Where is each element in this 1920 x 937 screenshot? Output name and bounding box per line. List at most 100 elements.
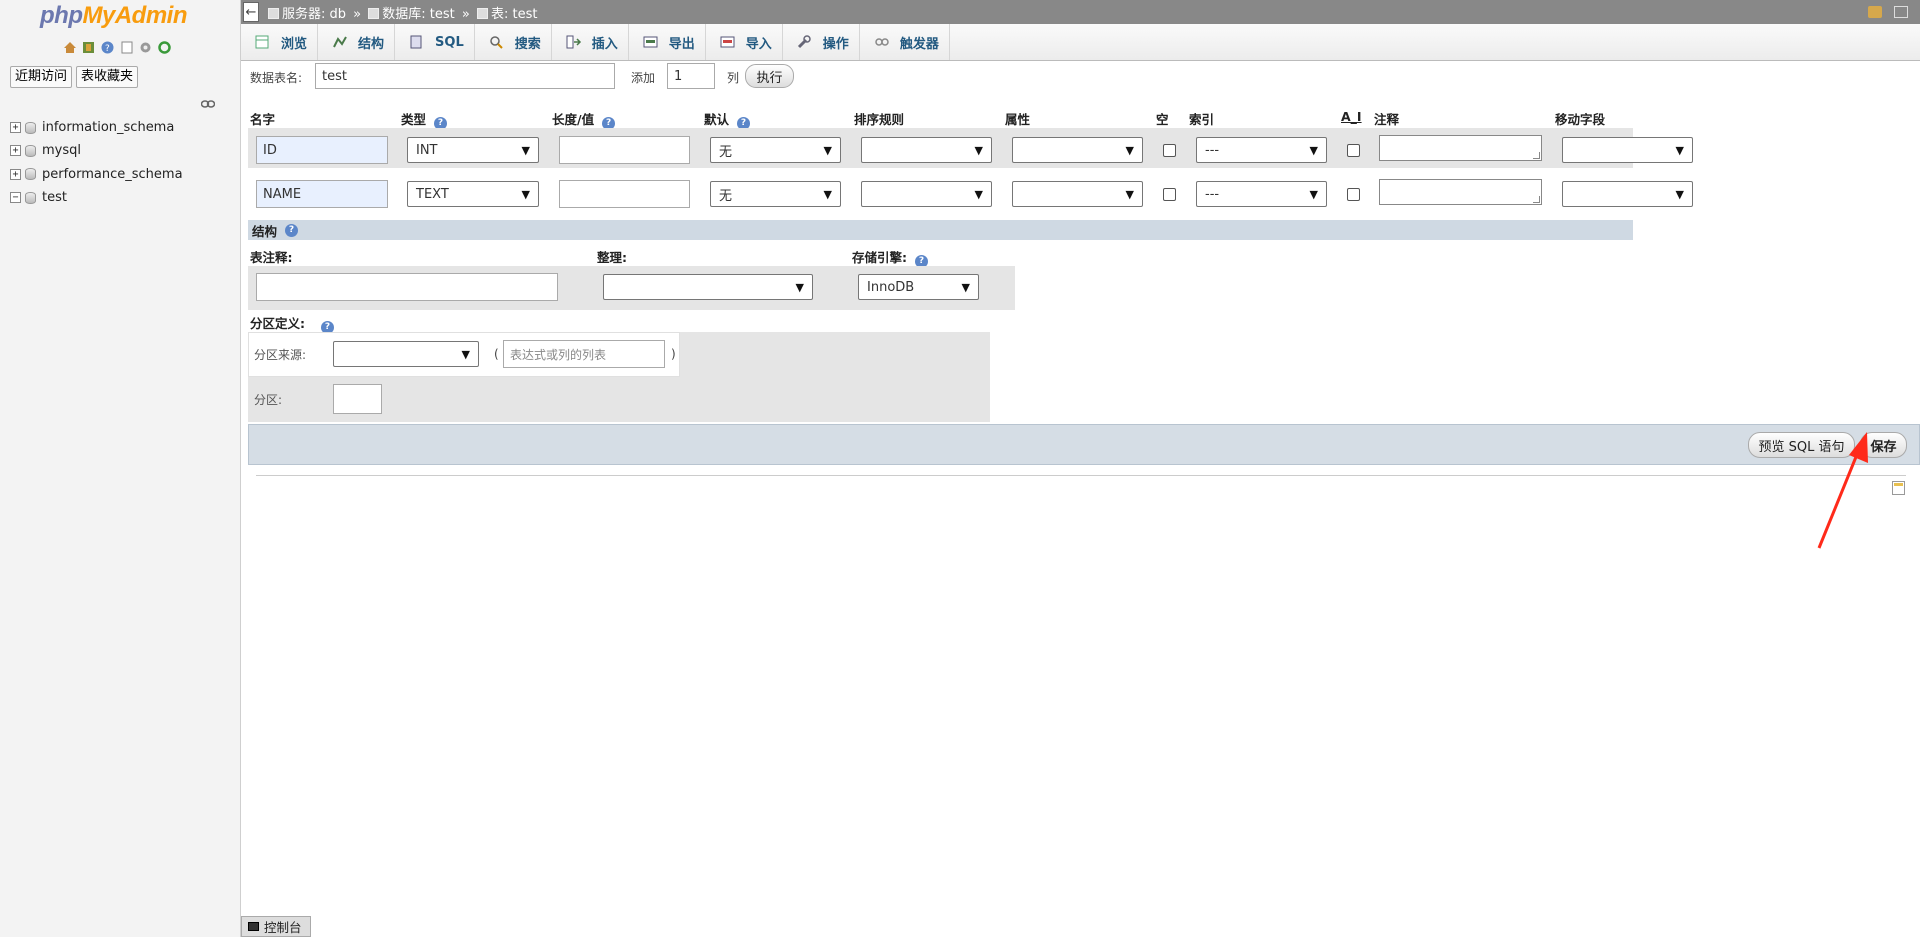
table-comment-input[interactable] [256, 273, 558, 301]
console-tab[interactable]: 控制台 [241, 916, 311, 937]
tab-triggers[interactable]: 触发器 [860, 24, 950, 60]
database-name[interactable]: performance_schema [42, 167, 183, 182]
chevron-down-icon: ▼ [521, 143, 530, 157]
move-column-select[interactable]: ▼ [1562, 181, 1693, 207]
phpmyadmin-logo[interactable]: phpMyAdmin [40, 2, 187, 30]
favorite-tables-button[interactable]: 表收藏夹 [76, 66, 139, 88]
go-button[interactable]: 执行 [745, 64, 794, 88]
home-icon[interactable] [62, 40, 77, 55]
column-header-type: 类型? [401, 109, 448, 130]
collapse-navigation-arrow-icon[interactable]: ← [243, 2, 259, 22]
auto-increment-checkbox[interactable] [1347, 144, 1360, 157]
null-checkbox[interactable] [1163, 144, 1176, 157]
column-attribute-select[interactable]: ▼ [1012, 137, 1143, 163]
storage-engine-select[interactable]: InnoDB ▼ [858, 274, 979, 300]
database-name[interactable]: test [42, 190, 67, 205]
preview-sql-button[interactable]: 预览 SQL 语句 [1748, 432, 1855, 458]
column-comment-textarea[interactable] [1379, 179, 1542, 205]
database-item-test[interactable]: − test [10, 186, 183, 209]
move-column-select[interactable]: ▼ [1562, 137, 1693, 163]
page-settings-icon[interactable] [1892, 481, 1905, 495]
column-header-attributes: 属性 [1005, 112, 1031, 127]
menu-collapse-icon[interactable] [1894, 6, 1908, 18]
column-length-input[interactable] [559, 180, 690, 208]
chevron-down-icon: ▼ [974, 187, 983, 201]
column-comment-textarea[interactable] [1379, 135, 1542, 161]
tab-browse[interactable]: 浏览 [241, 24, 319, 60]
add-columns-count-input[interactable]: 1 [667, 63, 715, 89]
auto-increment-checkbox[interactable] [1347, 188, 1360, 201]
chevron-down-icon: ▼ [521, 187, 530, 201]
tab-export[interactable]: 导出 [629, 24, 706, 60]
column-type-select[interactable]: INT ▼ [407, 137, 539, 163]
expand-icon[interactable]: + [10, 145, 21, 157]
tab-structure[interactable]: 结构 [318, 24, 396, 60]
column-default-select[interactable]: 无 ▼ [710, 181, 841, 207]
breadcrumb-table[interactable]: 表: test [491, 7, 537, 22]
column-collation-select[interactable]: ▼ [861, 181, 992, 207]
chevron-down-icon: ▼ [823, 143, 832, 157]
logout-icon[interactable] [81, 40, 96, 55]
table-comment-label: 表注释: [250, 250, 293, 265]
database-name[interactable]: mysql [42, 143, 81, 158]
tab-insert[interactable]: 插入 [552, 24, 629, 60]
column-name-input[interactable]: ID [256, 136, 388, 164]
tab-search[interactable]: 搜索 [475, 24, 552, 60]
table-collation-select[interactable]: ▼ [603, 274, 813, 300]
database-icon [25, 168, 36, 181]
column-index-select[interactable]: --- ▼ [1196, 137, 1327, 163]
chevron-down-icon: ▼ [1309, 187, 1318, 201]
column-header-index: 索引 [1189, 112, 1215, 127]
recent-tables-button[interactable]: 近期访问 [10, 66, 73, 88]
expand-icon[interactable]: + [10, 122, 21, 134]
column-header-name: 名字 [250, 112, 276, 127]
chevron-down-icon: ▼ [795, 280, 804, 294]
lock-icon[interactable] [1868, 6, 1882, 18]
column-name-input[interactable]: NAME [256, 180, 388, 208]
export-icon [643, 35, 659, 49]
collapse-icon[interactable]: − [10, 192, 21, 204]
database-item-information-schema[interactable]: + information_schema [10, 116, 183, 139]
link-with-main-panel-icon[interactable] [200, 97, 216, 112]
partition-source-select[interactable]: ▼ [333, 341, 479, 367]
save-button[interactable]: 保存 [1860, 432, 1907, 458]
chevron-down-icon: ▼ [1125, 187, 1134, 201]
tab-sql[interactable]: SQL [395, 24, 475, 60]
database-item-performance-schema[interactable]: + performance_schema [10, 163, 183, 186]
null-checkbox[interactable] [1163, 188, 1176, 201]
column-type-select[interactable]: TEXT ▼ [407, 181, 539, 207]
column-header-length: 长度/值? [552, 109, 616, 130]
partitions-count-input[interactable] [333, 384, 382, 414]
docs-icon[interactable] [119, 40, 134, 55]
help-icon[interactable]: ? [285, 223, 299, 237]
structure-section-header: 结构? [248, 220, 1633, 240]
breadcrumb-server[interactable]: 服务器: db [282, 7, 346, 22]
column-length-input[interactable] [559, 136, 690, 164]
database-icon [25, 191, 36, 204]
storage-engine-label: 存储引擎:? [852, 247, 928, 268]
partition-source-label: 分区来源: [254, 348, 307, 362]
column-index-select[interactable]: --- ▼ [1196, 181, 1327, 207]
reload-icon[interactable] [157, 40, 172, 55]
breadcrumb-bar: ← 服务器: db » 数据库: test » 表: test [241, 0, 1920, 24]
chevron-down-icon: ▼ [1675, 143, 1684, 157]
insert-icon [566, 35, 582, 49]
database-name[interactable]: information_schema [42, 120, 174, 135]
tab-import[interactable]: 导入 [706, 24, 783, 60]
column-collation-select[interactable]: ▼ [861, 137, 992, 163]
chevron-down-icon: ▼ [1675, 187, 1684, 201]
tab-operations[interactable]: 操作 [783, 24, 860, 60]
help-icon[interactable]: ? [100, 40, 115, 55]
table-tabs: 浏览 结构 SQL 搜索 插入 导出 导入 操作 触发器 [241, 24, 1920, 61]
database-item-mysql[interactable]: + mysql [10, 139, 183, 162]
expand-icon[interactable]: + [10, 168, 21, 180]
table-name-input[interactable]: test [315, 63, 615, 89]
chevron-down-icon: ▼ [974, 143, 983, 157]
column-attribute-select[interactable]: ▼ [1012, 181, 1143, 207]
breadcrumb-database[interactable]: 数据库: test [382, 7, 454, 22]
column-default-select[interactable]: 无 ▼ [710, 137, 841, 163]
settings-gear-icon[interactable] [138, 40, 153, 55]
partition-definition-label: 分区定义:? [250, 313, 334, 334]
chevron-down-icon: ▼ [823, 187, 832, 201]
partition-expression-input[interactable]: 表达式或列的列表 [503, 340, 665, 368]
